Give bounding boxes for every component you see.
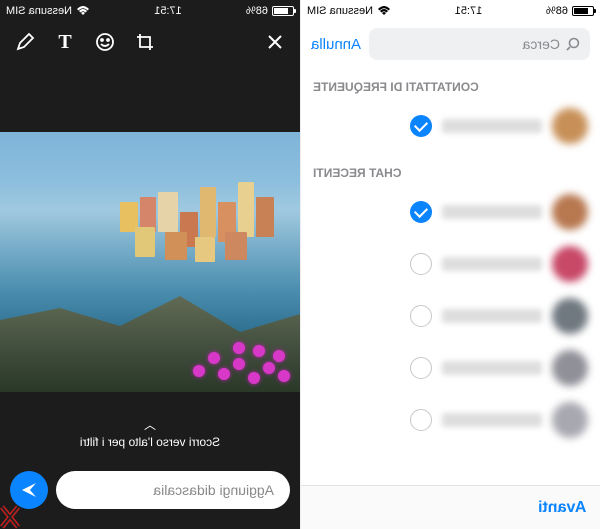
cancel-button[interactable]: Annulla — [311, 36, 361, 53]
contact-row[interactable] — [301, 394, 600, 446]
contact-row[interactable] — [301, 290, 600, 342]
select-checkbox[interactable] — [410, 201, 432, 223]
avatar — [552, 246, 588, 282]
select-checkbox[interactable] — [410, 409, 432, 431]
battery-percent: 68% — [546, 5, 568, 17]
contact-name — [442, 257, 542, 271]
emoji-icon[interactable] — [94, 31, 116, 53]
avatar — [552, 108, 588, 144]
send-icon — [20, 481, 38, 499]
share-screen: 68% 17:51 Nessuna SIM Cerca Annulla CONT… — [300, 0, 600, 529]
contact-list-recent — [301, 186, 600, 446]
status-time: 17:51 — [90, 5, 246, 17]
select-checkbox[interactable] — [410, 357, 432, 379]
wifi-icon — [377, 6, 391, 16]
battery-icon — [272, 6, 294, 16]
status-carrier: Nessuna SIM — [307, 5, 373, 17]
search-icon — [566, 37, 580, 51]
photo-preview[interactable] — [0, 132, 300, 392]
select-checkbox[interactable] — [410, 305, 432, 327]
swipe-hint: ︿ Scorri verso l'alto per i filtri — [0, 416, 300, 449]
send-button[interactable] — [10, 471, 48, 509]
contact-name — [442, 413, 542, 427]
section-header-frequent: CONTATTATI DI FREQUENTE — [301, 66, 600, 100]
contact-row[interactable] — [301, 238, 600, 290]
draw-icon[interactable] — [14, 31, 36, 53]
contact-row[interactable] — [301, 100, 600, 152]
contact-list-frequent — [301, 100, 600, 152]
section-header-recent: CHAT RECENTI — [301, 152, 600, 186]
search-placeholder: Cerca — [523, 36, 560, 52]
status-carrier: Nessuna SIM — [6, 5, 72, 17]
caption-placeholder: Aggiungi didascalia — [153, 482, 274, 498]
contact-row[interactable] — [301, 342, 600, 394]
contact-name — [442, 119, 542, 133]
avatar — [552, 298, 588, 334]
contact-name — [442, 309, 542, 323]
search-input[interactable]: Cerca — [369, 28, 590, 60]
avatar — [552, 194, 588, 230]
contact-name — [442, 361, 542, 375]
swipe-hint-label: Scorri verso l'alto per i filtri — [80, 435, 220, 449]
wifi-icon — [76, 6, 90, 16]
crop-icon[interactable] — [134, 31, 156, 53]
edit-toolbar: T — [0, 22, 300, 62]
editor-screen: 68% 17:51 Nessuna SIM T — [0, 0, 300, 529]
select-checkbox[interactable] — [410, 115, 432, 137]
battery-icon — [572, 6, 594, 16]
close-icon[interactable] — [264, 31, 286, 53]
text-icon[interactable]: T — [54, 31, 76, 53]
search-row: Cerca Annulla — [301, 22, 600, 66]
chevron-up-icon: ︿ — [0, 416, 300, 433]
status-bar: 68% 17:51 Nessuna SIM — [0, 0, 300, 22]
contact-row[interactable] — [301, 186, 600, 238]
status-time: 17:51 — [391, 5, 546, 17]
caption-row: Aggiungi didascalia — [10, 471, 290, 509]
avatar — [552, 402, 588, 438]
footer-bar: Avanti — [301, 485, 600, 529]
status-bar: 68% 17:51 Nessuna SIM — [301, 0, 600, 22]
select-checkbox[interactable] — [410, 253, 432, 275]
avatar — [552, 350, 588, 386]
caption-input[interactable]: Aggiungi didascalia — [56, 471, 290, 509]
battery-percent: 68% — [246, 5, 268, 17]
contact-name — [442, 205, 542, 219]
next-button[interactable]: Avanti — [538, 499, 586, 517]
